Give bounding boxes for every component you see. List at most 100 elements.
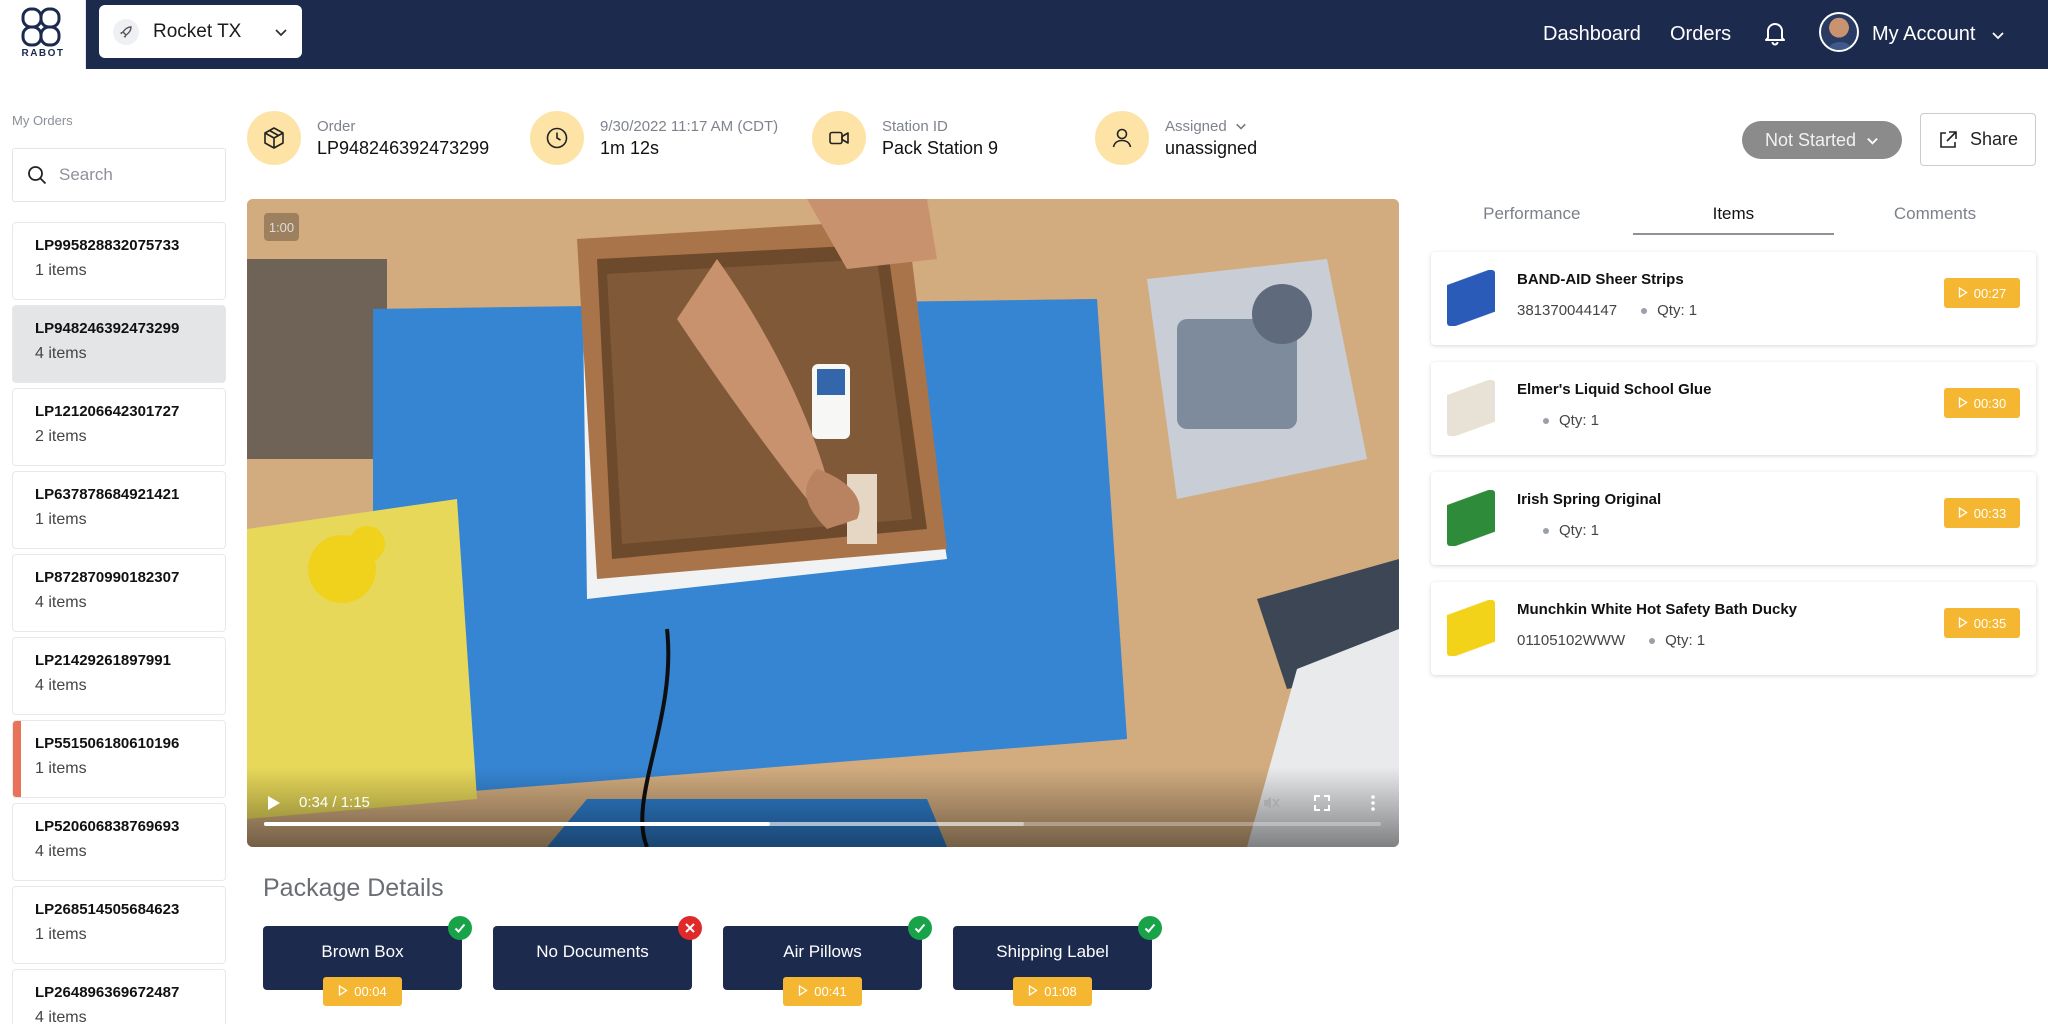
search-input[interactable]: Search xyxy=(12,148,226,202)
separator-dot xyxy=(1641,307,1648,314)
timestamp-jump-button[interactable]: 01:08 xyxy=(1013,977,1092,1006)
order-list-item[interactable]: LP264896369672487 4 items xyxy=(12,969,226,1024)
timestamp-label: 9/30/2022 11:17 AM (CDT) xyxy=(600,117,779,135)
order-list-item[interactable]: LP268514505684623 1 items xyxy=(12,886,226,964)
order-item-count: 1 items xyxy=(35,760,87,777)
my-account-menu[interactable]: My Account xyxy=(1872,0,2005,69)
station-info: Station ID Pack Station 9 xyxy=(812,108,998,168)
order-item-count: 4 items xyxy=(35,1009,87,1024)
item-sku: 381370044147 xyxy=(1517,302,1618,319)
package-check-label: No Documents xyxy=(536,942,649,961)
play-outline-icon xyxy=(1028,984,1038,999)
order-id: LP268514505684623 xyxy=(35,901,180,918)
site-select-dropdown[interactable]: Rocket TX xyxy=(99,5,302,58)
timestamp-jump-button[interactable]: 00:35 xyxy=(1944,608,2020,638)
play-outline-icon xyxy=(798,984,808,999)
order-id: LP264896369672487 xyxy=(35,984,180,1001)
order-item-count: 1 items xyxy=(35,926,87,943)
rabot-logo-icon xyxy=(21,7,61,47)
site-select-value: Rocket TX xyxy=(153,20,242,42)
order-id: LP520606838769693 xyxy=(35,818,180,835)
timestamp-jump-button[interactable]: 00:30 xyxy=(1944,388,2020,418)
item-details: 01105102WWW Qty: 1 xyxy=(1517,632,1705,649)
order-number: LP948246392473299 xyxy=(317,137,490,158)
order-info: Order LP948246392473299 xyxy=(247,108,489,168)
item-details: 381370044147 Qty: 1 xyxy=(1517,302,1697,319)
order-item-count: 4 items xyxy=(35,843,87,860)
timestamp-label: 00:04 xyxy=(354,984,387,999)
video-controls: 0:34 / 1:15 xyxy=(247,767,1399,847)
item-card[interactable]: BAND-AID Sheer Strips 381370044147 Qty: 1 0… xyxy=(1431,252,2036,345)
item-card[interactable]: Irish Spring Original Qty: 1 00:33 xyxy=(1431,472,2036,565)
item-qty: Qty: 1 xyxy=(1559,522,1600,539)
order-list-item[interactable]: LP520606838769693 4 items xyxy=(12,803,226,881)
timestamp-jump-button[interactable]: 00:04 xyxy=(323,977,402,1006)
play-outline-icon xyxy=(338,984,348,999)
item-qty: Qty: 1 xyxy=(1665,632,1706,649)
my-account-label: My Account xyxy=(1872,23,1976,45)
package-check-card[interactable]: No Documents xyxy=(493,916,702,990)
timestamp-jump-button[interactable]: 00:27 xyxy=(1944,278,2020,308)
notifications-bell-icon[interactable] xyxy=(1763,20,1787,46)
product-thumbnail xyxy=(1447,490,1495,546)
station-id-label: Station ID xyxy=(882,117,948,135)
nav-orders-link[interactable]: Orders xyxy=(1670,0,1731,69)
item-name: Elmer's Liquid School Glue xyxy=(1517,381,1712,398)
more-options-icon[interactable] xyxy=(1364,794,1382,812)
logo[interactable]: RABOT xyxy=(0,0,86,69)
share-label: Share xyxy=(1969,129,2019,149)
timestamp-jump-button[interactable]: 00:41 xyxy=(783,977,862,1006)
order-list-item[interactable]: LP121206642301727 2 items xyxy=(12,388,226,466)
tab-items[interactable]: Items xyxy=(1632,195,1835,235)
package-check-label: Air Pillows xyxy=(783,942,862,961)
play-outline-icon xyxy=(1958,396,1968,411)
order-id: LP551506180610196 xyxy=(35,735,180,752)
search-placeholder: Search xyxy=(59,165,113,184)
video-badge: 1:00 xyxy=(264,213,299,241)
play-icon[interactable] xyxy=(265,795,281,811)
timestamp-label: 00:30 xyxy=(1973,395,2007,411)
mute-icon[interactable] xyxy=(1262,794,1280,812)
chevron-down-icon xyxy=(1867,137,1878,145)
order-list-item[interactable]: LP872870990182307 4 items xyxy=(12,554,226,632)
order-list-item[interactable]: LP21429261897991 4 items xyxy=(12,637,226,715)
order-item-count: 4 items xyxy=(35,345,87,362)
user-avatar[interactable] xyxy=(1819,12,1859,52)
timestamp-label: 00:41 xyxy=(814,984,847,999)
order-list-item[interactable]: LP948246392473299 4 items xyxy=(12,305,226,383)
assigned-label: Assigned xyxy=(1165,117,1227,135)
item-card[interactable]: Elmer's Liquid School Glue Qty: 1 00:30 xyxy=(1431,362,2036,455)
detail-tabs: Performance Items Comments xyxy=(1431,195,2036,235)
order-list-item[interactable]: LP995828832075733 1 items xyxy=(12,222,226,300)
station-id-value: Pack Station 9 xyxy=(882,137,999,158)
share-button[interactable]: Share xyxy=(1920,113,2036,166)
item-card[interactable]: Munchkin White Hot Safety Bath Ducky 0110… xyxy=(1431,582,2036,675)
play-outline-icon xyxy=(1958,506,1968,521)
status-dropdown-button[interactable]: Not Started xyxy=(1742,121,1902,159)
nav-dashboard-link[interactable]: Dashboard xyxy=(1543,0,1641,69)
order-list-item[interactable]: LP551506180610196 1 items xyxy=(12,720,226,798)
x-icon xyxy=(678,916,702,940)
item-details: Qty: 1 xyxy=(1517,412,1599,429)
video-player[interactable]: 1:00 0:34 / 1:15 xyxy=(247,199,1399,847)
tab-comments[interactable]: Comments xyxy=(1834,195,2036,235)
play-outline-icon xyxy=(1958,616,1968,631)
separator-dot xyxy=(1649,637,1656,644)
clock-icon xyxy=(530,111,584,165)
fullscreen-icon[interactable] xyxy=(1313,794,1331,812)
top-nav-bar: RABOT Rocket TX Dashboard Orders My Acco… xyxy=(0,0,2048,69)
video-progress-bar[interactable] xyxy=(264,822,1381,826)
item-qty: Qty: 1 xyxy=(1657,302,1698,319)
assignee-info[interactable]: Assigned unassigned xyxy=(1095,108,1257,168)
package-details-heading: Package Details xyxy=(263,874,444,902)
my-orders-heading: My Orders xyxy=(12,113,73,128)
timestamp-jump-button[interactable]: 00:33 xyxy=(1944,498,2020,528)
order-list-item[interactable]: LP637878684921421 1 items xyxy=(12,471,226,549)
timestamp-label: 00:35 xyxy=(1973,615,2007,631)
timestamp-label: 01:08 xyxy=(1044,984,1077,999)
order-id: LP121206642301727 xyxy=(35,403,180,420)
assignee-value: unassigned xyxy=(1165,137,1258,158)
item-name: Munchkin White Hot Safety Bath Ducky xyxy=(1517,601,1798,618)
tab-performance[interactable]: Performance xyxy=(1431,195,1633,235)
product-thumbnail xyxy=(1447,600,1495,656)
